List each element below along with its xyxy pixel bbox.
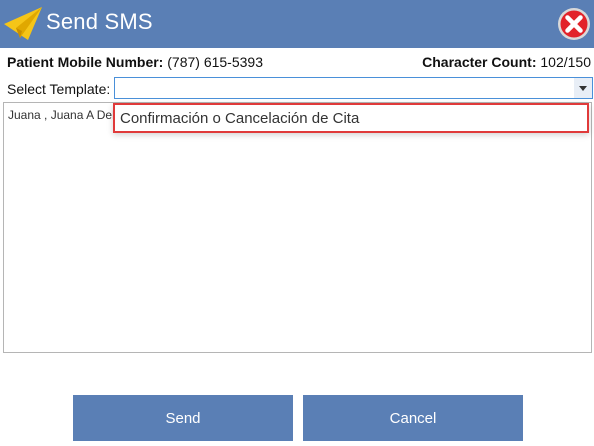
- character-count-value: 102/150: [540, 54, 591, 70]
- paper-plane-icon: [4, 7, 42, 40]
- dropdown-arrow-button[interactable]: [574, 78, 592, 98]
- patient-mobile-value: (787) 615-5393: [167, 54, 263, 70]
- patient-mobile-row: Patient Mobile Number: (787) 615-5393: [7, 54, 263, 70]
- send-button[interactable]: Send: [73, 395, 293, 441]
- title-bar: Send SMS: [0, 0, 594, 48]
- cancel-button[interactable]: Cancel: [303, 395, 523, 441]
- close-icon[interactable]: [557, 7, 591, 41]
- character-count-label: Character Count:: [422, 54, 537, 70]
- select-template-label: Select Template:: [7, 81, 111, 97]
- message-text: Juana , Juana A Del: [8, 108, 115, 122]
- template-select[interactable]: [114, 77, 593, 99]
- chevron-down-icon: [579, 85, 587, 91]
- character-count-row: Character Count: 102/150: [422, 54, 591, 70]
- patient-mobile-label: Patient Mobile Number:: [7, 54, 164, 70]
- template-option[interactable]: Confirmación o Cancelación de Cita: [120, 110, 359, 127]
- dialog-title: Send SMS: [46, 9, 153, 34]
- message-textarea[interactable]: Juana , Juana A Del: [3, 102, 592, 353]
- send-sms-dialog: Send SMS Patient Mobile Number: (787) 61…: [0, 0, 594, 446]
- template-dropdown-list: Confirmación o Cancelación de Cita: [113, 103, 589, 133]
